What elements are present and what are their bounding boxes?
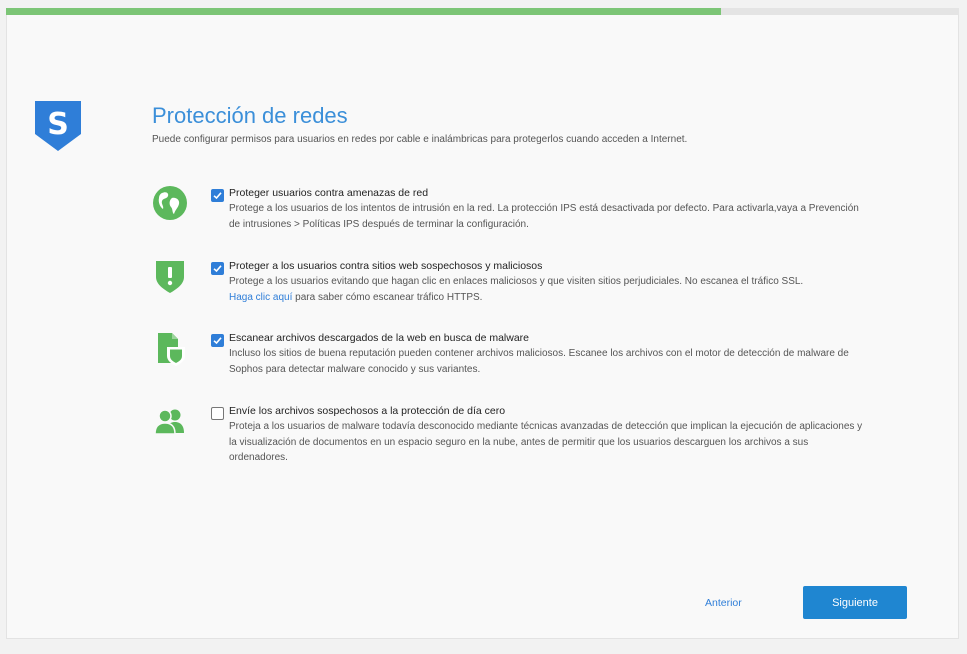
option-label: Escanear archivos descargados de la web … bbox=[229, 332, 530, 344]
option-checkbox[interactable] bbox=[211, 189, 224, 202]
option-label: Envíe los archivos sospechosos a la prot… bbox=[229, 405, 506, 417]
option-label: Proteger a los usuarios contra sitios we… bbox=[229, 260, 543, 272]
option-checkbox[interactable] bbox=[211, 262, 224, 275]
previous-button[interactable]: Anterior bbox=[705, 597, 742, 609]
option-description-text: Protege a los usuarios evitando que haga… bbox=[229, 276, 804, 287]
option-description: Protege a los usuarios de los intentos d… bbox=[229, 203, 859, 230]
option-description: Protege a los usuarios evitando que haga… bbox=[229, 274, 864, 305]
option-description: Incluso los sitios de buena reputación p… bbox=[229, 348, 849, 375]
globe-icon bbox=[153, 186, 187, 220]
progress-bar-fill bbox=[6, 8, 721, 15]
sophos-logo-icon: S bbox=[35, 101, 81, 151]
next-button[interactable]: Siguiente bbox=[803, 586, 907, 619]
shield-warning-icon bbox=[156, 261, 184, 293]
users-icon bbox=[154, 409, 184, 435]
svg-text:S: S bbox=[47, 107, 69, 142]
option-checkbox[interactable] bbox=[211, 407, 224, 420]
wizard-panel: S Protección de redes Puede configurar p… bbox=[6, 15, 959, 639]
page-title: Protección de redes bbox=[152, 103, 348, 128]
option-description: Proteja a los usuarios de malware todaví… bbox=[229, 421, 863, 463]
option-link-suffix: para saber cómo escanear tráfico HTTPS. bbox=[292, 291, 483, 303]
option-checkbox[interactable] bbox=[211, 334, 224, 347]
option-label: Proteger usuarios contra amenazas de red bbox=[229, 187, 429, 199]
progress-bar bbox=[6, 8, 959, 15]
page-subtitle: Puede configurar permisos para usuarios … bbox=[152, 134, 688, 145]
file-shield-icon bbox=[158, 333, 185, 366]
https-help-link[interactable]: Haga clic aquí bbox=[229, 292, 292, 303]
